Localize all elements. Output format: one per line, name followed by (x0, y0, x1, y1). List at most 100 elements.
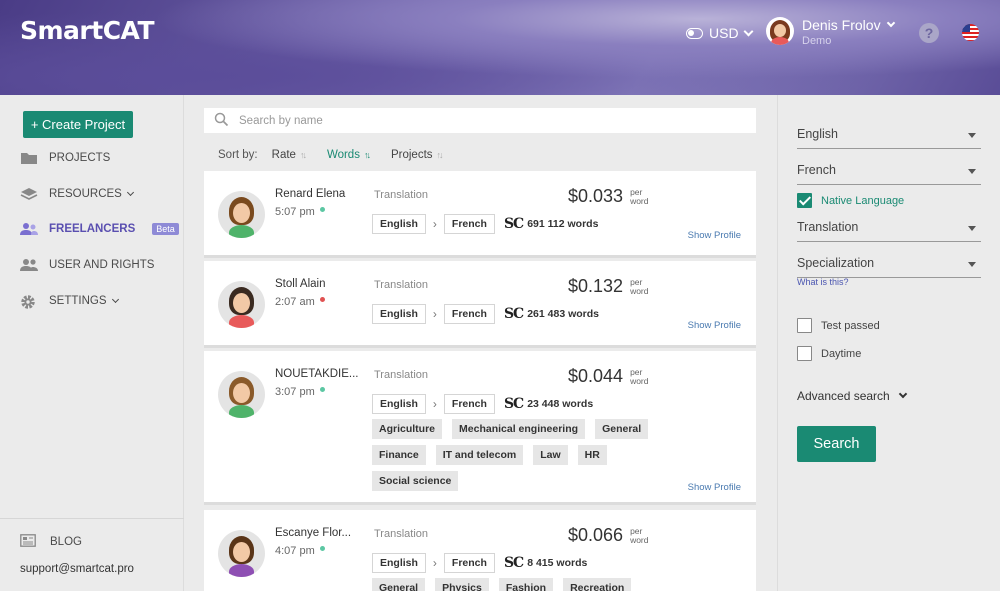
target-language-select[interactable]: French (797, 163, 981, 185)
freelancer-name[interactable]: Stoll Alain (275, 278, 326, 290)
us-flag-icon[interactable] (962, 24, 979, 41)
language-pair: English › French SC 691 112 words (372, 214, 598, 234)
chevron-right-icon: › (432, 307, 437, 321)
smartcat-logo[interactable]: SmartCAT (20, 16, 155, 45)
rate: $0.044 per word (568, 366, 649, 387)
target-language: French (443, 214, 495, 234)
blog-link[interactable]: BLOG (20, 534, 82, 550)
service-type: Translation (374, 369, 429, 381)
target-language-value: French (797, 163, 836, 177)
service-select[interactable]: Translation (797, 220, 981, 242)
search-icon (214, 112, 229, 130)
rate-value: $0.066 (568, 525, 624, 545)
language-pair: English › French SC 8 415 words (372, 553, 587, 573)
sidebar-item-label: FREELANCERS (49, 223, 136, 235)
source-language: English (372, 553, 426, 573)
test-passed-checkbox[interactable]: Test passed (797, 318, 880, 333)
specialization-tag: IT and telecom (435, 445, 524, 465)
freelancer-card[interactable]: Escanye Flor... 4:07 pm Translation $0.0… (204, 510, 756, 591)
sidebar-item-user-and-rights[interactable]: USER AND RIGHTS (20, 258, 154, 272)
smartcat-sc-icon: SC (503, 555, 524, 571)
word-count: 8 415 words (527, 557, 588, 569)
chevron-down-icon (886, 18, 895, 28)
sidebar-item-resources[interactable]: RESOURCES (20, 187, 134, 201)
sidebar-item-freelancers[interactable]: FREELANCERS Beta (20, 222, 179, 236)
freelancer-list-panel: Sort by: Rate ↑↓ Words ↑↓ Projects ↑↓ Re… (185, 95, 775, 591)
daytime-checkbox[interactable]: Daytime (797, 346, 861, 361)
freelancer-avatar (218, 191, 265, 238)
language-pair: English › French SC 261 483 words (372, 304, 599, 324)
search-input[interactable] (239, 114, 719, 127)
sort-projects[interactable]: Projects ↑↓ (390, 149, 444, 161)
source-language: English (372, 394, 426, 414)
sort-words[interactable]: Words ↑↓ (327, 149, 371, 161)
specialization-select[interactable]: Specialization (797, 256, 981, 278)
caret-down-icon (968, 226, 976, 231)
local-time-label: 3:07 pm (275, 386, 315, 398)
user-menu[interactable]: Denis Frolov Demo (766, 17, 895, 47)
beta-badge: Beta (152, 223, 179, 235)
search-button[interactable]: Search (797, 426, 876, 462)
show-profile-link[interactable]: Show Profile (688, 482, 741, 493)
sort-by-label: Sort by: (218, 149, 258, 161)
native-language-checkbox[interactable]: Native Language (797, 193, 904, 208)
freelancer-name[interactable]: NOUETAKDIE... (275, 368, 359, 380)
local-time: 5:07 pm (275, 206, 325, 218)
freelancer-avatar (218, 371, 265, 418)
gear-icon (20, 294, 37, 309)
sidebar-item-label: PROJECTS (49, 152, 111, 164)
blog-icon (20, 534, 36, 550)
show-profile-link[interactable]: Show Profile (688, 320, 741, 331)
what-is-this-link[interactable]: What is this? (797, 277, 849, 287)
freelancer-card[interactable]: Renard Elena 5:07 pm Translation $0.033 p… (204, 171, 756, 258)
currency-selector[interactable]: USD (686, 25, 754, 41)
help-icon[interactable]: ? (919, 23, 939, 43)
freelancer-card[interactable]: NOUETAKDIE... 3:07 pm Translation $0.044… (204, 351, 756, 505)
rate-unit: word (630, 196, 649, 206)
native-language-label: Native Language (821, 194, 905, 207)
specialization-tag: Agriculture (372, 419, 443, 439)
freelancer-card[interactable]: Stoll Alain 2:07 am Translation $0.132 pe… (204, 261, 756, 348)
chevron-right-icon: › (432, 217, 437, 231)
folder-icon (20, 151, 37, 165)
local-time-label: 5:07 pm (275, 206, 315, 218)
freelancer-avatar (218, 530, 265, 577)
sidebar-item-label: RESOURCES (49, 188, 122, 200)
caret-down-icon (968, 169, 976, 174)
currency-label: USD (709, 25, 739, 41)
sidebar-item-projects[interactable]: PROJECTS (20, 151, 110, 165)
sort-rate[interactable]: Rate ↑↓ (272, 149, 307, 161)
advanced-search-toggle[interactable]: Advanced search (797, 389, 907, 403)
rate: $0.132 per word (568, 276, 649, 297)
caret-down-icon (968, 133, 976, 138)
smartcat-sc-icon: SC (503, 396, 524, 412)
freelancer-name[interactable]: Renard Elena (275, 188, 345, 200)
source-language: English (372, 304, 426, 324)
status-dot (319, 386, 325, 392)
specialization-value: Specialization (797, 256, 875, 270)
sort-projects-label: Projects (390, 149, 433, 161)
freelancer-avatar (218, 281, 265, 328)
checkbox-icon (797, 346, 812, 361)
sidebar-item-settings[interactable]: SETTINGS (20, 294, 119, 309)
freelancer-name[interactable]: Escanye Flor... (275, 527, 351, 539)
service-type: Translation (374, 189, 429, 201)
source-language-select[interactable]: English (797, 127, 981, 149)
user-avatar (766, 17, 794, 45)
user-name: Denis Frolov (802, 17, 881, 33)
chevron-down-icon (743, 26, 754, 36)
specialization-tag: Fashion (498, 578, 554, 591)
daytime-label: Daytime (821, 347, 862, 360)
checkbox-checked-icon (797, 193, 812, 208)
show-profile-link[interactable]: Show Profile (688, 230, 741, 241)
service-value: Translation (797, 220, 859, 234)
support-email-link[interactable]: support@smartcat.pro (20, 563, 134, 575)
user-role: Demo (802, 35, 832, 47)
word-count: 23 448 words (527, 398, 594, 410)
sidebar-item-label: USER AND RIGHTS (49, 259, 155, 271)
specialization-tag: Recreation (563, 578, 632, 591)
sort-arrows-icon: ↑↓ (436, 150, 444, 160)
toggle-icon (686, 27, 703, 39)
create-project-button[interactable]: + Create Project (23, 111, 133, 138)
local-time: 2:07 am (275, 296, 325, 308)
